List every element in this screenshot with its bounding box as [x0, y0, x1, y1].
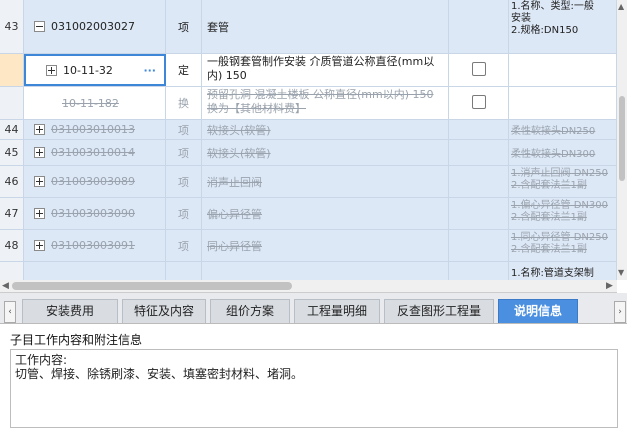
item-code: 031003010014: [51, 146, 135, 159]
work-content-heading: 工作内容:: [15, 353, 68, 367]
scroll-up-icon[interactable]: ▲: [618, 2, 624, 11]
tab-pricing-plan[interactable]: 组价方案: [210, 299, 290, 323]
row-number: 46: [0, 166, 24, 197]
row-number: [0, 54, 24, 86]
checkbox[interactable]: [472, 95, 486, 109]
scroll-down-icon[interactable]: ▼: [618, 268, 624, 277]
detail-tabbar: ‹ 安装费用 特征及内容 组价方案 工程量明细 反查图形工程量 说明信息 ›: [0, 293, 627, 324]
item-unit: 定: [166, 54, 202, 86]
item-feature: 1.同心异径管 DN250 2.含配套法兰1副: [509, 230, 617, 261]
table-row[interactable]: 45 031003010014 项 软接头(软管) 柔性软接头DN300: [0, 140, 617, 166]
table-row[interactable]: 43 031002003027 项 套管 1.名称、类型:一般 安装 2.规格:…: [0, 0, 617, 54]
bill-grid: 43 031002003027 项 套管 1.名称、类型:一般 安装 2.规格:…: [0, 0, 617, 281]
item-code: 031003003090: [51, 207, 135, 220]
item-feature: 1.消声止回阀 DN250 2.含配套法兰1副: [509, 166, 617, 197]
row-number: 47: [0, 198, 24, 229]
item-feature: 柔性软接头DN250: [509, 120, 617, 139]
item-feature: 1.偏心异径管 DN300 2.含配套法兰1副: [509, 198, 617, 229]
expand-icon[interactable]: [34, 240, 45, 251]
row-number: 45: [0, 140, 24, 165]
row-number: 43: [0, 0, 24, 53]
item-code: 031002003027: [51, 20, 135, 33]
tab-quantity-detail[interactable]: 工程量明细: [294, 299, 380, 323]
item-feature: 1.名称、类型:一般 安装 2.规格:DN150: [509, 0, 617, 53]
work-content-textbox[interactable]: 工作内容: 切管、焊接、除锈刷漆、安装、填塞密封材料、堵洞。: [10, 349, 618, 428]
panel-title: 子目工作内容和附注信息: [10, 333, 143, 347]
scroll-right-icon[interactable]: ▶: [606, 281, 613, 291]
tab-reverse-lookup[interactable]: 反查图形工程量: [384, 299, 494, 323]
table-row[interactable]: 10-11-182 换 预留孔洞 混凝土楼板 公称直径(mm以内) 150 换为…: [0, 87, 617, 120]
tab-description[interactable]: 说明信息: [498, 299, 578, 323]
item-feature: 1.名称:管道支架制: [509, 262, 617, 280]
row-number: 44: [0, 120, 24, 139]
item-unit: 项: [166, 120, 202, 139]
tab-install-fee[interactable]: 安装费用: [22, 299, 118, 323]
item-unit: 项: [166, 230, 202, 261]
item-unit: 项: [166, 140, 202, 165]
scroll-left-icon[interactable]: ◀: [2, 281, 9, 291]
item-unit: 项: [166, 198, 202, 229]
item-name: 消声止回阀: [202, 166, 449, 197]
item-name: 一般钢套管制作安装 介质管道公称直径(mm以内) 150: [202, 54, 449, 86]
horizontal-scrollbar[interactable]: ◀ ▶: [0, 280, 617, 293]
item-code: 10-11-32: [63, 63, 113, 77]
expand-icon[interactable]: [46, 64, 57, 76]
vertical-scrollbar[interactable]: ▲ ▼: [617, 0, 627, 280]
collapse-icon[interactable]: [34, 21, 45, 32]
expand-icon[interactable]: [34, 208, 45, 219]
expand-icon[interactable]: [34, 176, 45, 187]
item-name: 同心异径管: [202, 230, 449, 261]
tab-scroll-right-icon[interactable]: ›: [614, 301, 626, 323]
item-unit: 项: [166, 0, 202, 53]
work-content-text: 切管、焊接、除锈刷漆、安装、填塞密封材料、堵洞。: [15, 367, 304, 381]
more-icon[interactable]: ···: [143, 64, 156, 77]
row-number: [0, 87, 24, 119]
item-code: 031003003091: [51, 239, 135, 252]
expand-icon[interactable]: [34, 124, 45, 135]
table-row[interactable]: 1.名称:管道支架制: [0, 262, 617, 280]
row-number: 48: [0, 230, 24, 261]
item-name: 软接头(软管): [202, 120, 449, 139]
scroll-thumb[interactable]: [619, 96, 625, 181]
checkbox[interactable]: [472, 62, 486, 76]
item-code: 031003003089: [51, 175, 135, 188]
item-name: 预留孔洞 混凝土楼板 公称直径(mm以内) 150 换为【其他材料费】: [202, 87, 449, 119]
table-row[interactable]: 47 031003003090 项 偏心异径管 1.偏心异径管 DN300 2.…: [0, 198, 617, 230]
item-name: 套管: [202, 0, 449, 53]
item-name: 软接头(软管): [202, 140, 449, 165]
item-code: 031003010013: [51, 123, 135, 136]
tab-scroll-left-icon[interactable]: ‹: [4, 301, 16, 323]
item-unit: 换: [166, 87, 202, 119]
expand-icon[interactable]: [34, 147, 45, 158]
item-feature: 柔性软接头DN300: [509, 140, 617, 165]
scroll-thumb[interactable]: [12, 282, 292, 290]
item-name: 偏心异径管: [202, 198, 449, 229]
item-unit: 项: [166, 166, 202, 197]
tab-features[interactable]: 特征及内容: [122, 299, 206, 323]
table-row-selected[interactable]: 10-11-32 ··· 定 一般钢套管制作安装 介质管道公称直径(mm以内) …: [0, 54, 617, 87]
table-row[interactable]: 46 031003003089 项 消声止回阀 1.消声止回阀 DN250 2.…: [0, 166, 617, 198]
table-row[interactable]: 48 031003003091 项 同心异径管 1.同心异径管 DN250 2.…: [0, 230, 617, 262]
item-code: 10-11-182: [62, 96, 119, 110]
table-row[interactable]: 44 031003010013 项 软接头(软管) 柔性软接头DN250: [0, 120, 617, 140]
